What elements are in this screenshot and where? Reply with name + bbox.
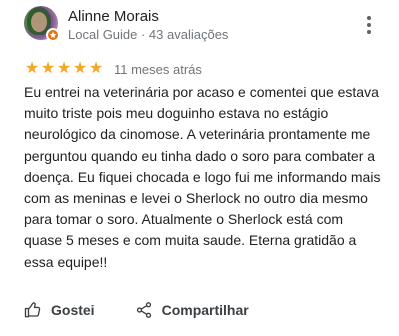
- rating-row: ★ ★ ★ ★ ★ 11 meses atrás: [24, 60, 202, 78]
- star-icon: ★: [56, 60, 72, 77]
- author-meta: Local Guide · 43 avaliações: [68, 27, 229, 42]
- more-dot: [367, 23, 371, 27]
- share-button[interactable]: Compartilhar: [135, 301, 249, 319]
- star-icon: ★: [72, 60, 88, 77]
- review-card: Alinne Morais Local Guide · 43 avaliaçõe…: [0, 0, 399, 336]
- badge-star-icon: [49, 31, 57, 39]
- star-rating: ★ ★ ★ ★ ★: [24, 61, 104, 77]
- avatar[interactable]: [24, 6, 60, 42]
- review-text: Eu entrei na veterinária por acaso e com…: [24, 84, 381, 270]
- like-button[interactable]: Gostei: [24, 301, 95, 319]
- star-icon: ★: [88, 60, 104, 77]
- like-label: Gostei: [51, 302, 95, 318]
- more-dot: [367, 16, 371, 20]
- review-time: 11 meses atrás: [114, 61, 202, 77]
- thumbs-up-icon: [24, 302, 41, 318]
- review-actions: Gostei Compartilhar: [24, 298, 249, 322]
- author-name[interactable]: Alinne Morais: [68, 8, 159, 26]
- avatar-face: [31, 12, 47, 32]
- share-icon: [136, 302, 151, 318]
- star-icon: ★: [24, 60, 40, 77]
- more-dot: [367, 30, 371, 34]
- star-icon: ★: [40, 60, 56, 77]
- share-label: Compartilhar: [161, 302, 249, 318]
- local-guide-badge-icon: [46, 28, 60, 42]
- more-options-icon[interactable]: [362, 14, 376, 36]
